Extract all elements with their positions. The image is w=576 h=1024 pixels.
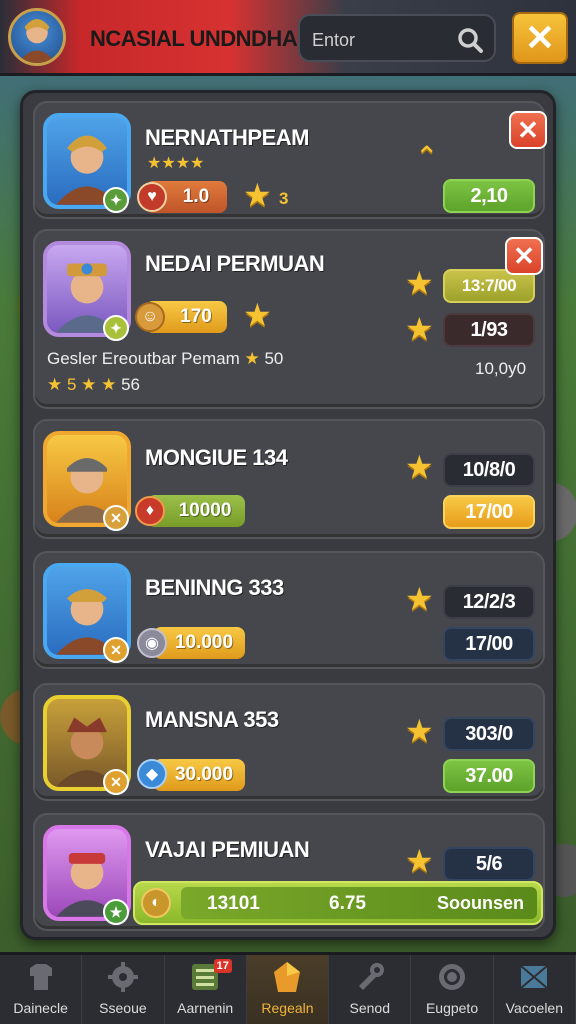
nav-label: Aarnenin [177,1000,234,1016]
star-icon: ★ [244,349,260,368]
player-badge-icon: ✕ [103,505,129,531]
nav-item-regealn[interactable]: Regealn [246,955,330,1024]
nav-label: Eugpeto [425,1000,479,1016]
rank-chevron-icon: ⌃ [415,141,439,172]
player-stars: ★ 5 ★ ★ 56 [47,375,141,394]
extra-value: 10,0y0 [475,359,527,378]
notification-badge: 17 [213,959,232,973]
nav-label: Senod [349,1000,390,1016]
coin-icon [439,964,466,990]
score-bottom: 1/93 [443,313,535,347]
star-icon: ★ [405,581,434,617]
search-icon[interactable] [456,26,484,54]
player-name: NERNATHPEAM [145,125,309,150]
close-icon: ✕ [513,240,535,271]
remove-button[interactable]: ✕ [509,111,547,149]
progress-right: Soounsen [437,893,525,913]
score-top: 10/8/0 [443,453,535,487]
nav-label: Dainecle [13,1000,68,1016]
bottom-nav: Dainecle Sseoue 17 Aarnenin Regealn Seno… [0,952,576,1024]
progress-left: 13101 [207,893,260,914]
nav-item-dainecle[interactable]: Dainecle [0,955,83,1024]
level-value: 10.000 [174,632,234,653]
shield-icon: ♥ [137,182,167,212]
player-name: BENINNG 333 [145,575,284,600]
score-top: 5/6 [443,847,535,881]
profile-avatar[interactable] [8,8,66,66]
close-button[interactable]: ✕ [512,12,568,64]
gear-icon [107,962,138,992]
nav-item-aarnenin[interactable]: 17 Aarnenin [165,955,247,1024]
search-input[interactable] [312,28,452,52]
level-value: 170 [180,306,212,327]
shirt-icon [29,964,52,990]
search-box[interactable] [298,14,496,62]
score-value: 2,10 [443,179,535,213]
player-description: Gesler Ereoutbar Pemam ★ 50 [47,349,284,368]
score-bottom: 37.00 [443,759,535,793]
star-icon: ★ [405,843,434,879]
helmet-icon: ◉ [137,628,167,658]
star-count: 3 [279,189,289,208]
player-card[interactable]: ✕ BENINNG 333 10.000 ◉ ★ 12/2/3 17/00 [33,551,545,669]
star-icon: ★ [405,449,434,485]
coin-icon: ◐ [141,888,171,918]
player-name: VAJAI PEMIUAN [145,837,310,862]
nav-item-eugpeto[interactable]: Eugpeto [411,955,494,1024]
player-badge-icon: ✕ [103,769,129,795]
player-badge-icon: ✕ [103,637,129,663]
player-list-panel: ✦ NERNATHPEAM ★★★★ 1.0 ♥ ★ 3 ⌃ 2,10 ✕ ✦ … [20,90,556,940]
progress-bar: ◐ 13101 6.75 Soounsen [133,881,543,925]
progress-mid: 6.75 [329,893,366,914]
player-card[interactable]: ✕ MANSNA 353 30.000 ◆ ★ 303/0 37.00 [33,683,545,801]
top-bar: NCASIAL UNDNDHAN ✕ [0,0,576,76]
nav-item-senod[interactable]: Senod [329,955,412,1024]
mask-icon: ☺ [135,302,165,332]
star-icon: ★ [405,265,434,301]
player-card[interactable]: ✕ MONGIUE 134 10000 ♦ ★ 10/8/0 17/00 [33,419,545,539]
score-bottom: 17/00 [443,627,535,661]
score-top: 303/0 [443,717,535,751]
star-icon: ★ [405,713,434,749]
nav-item-sseoue[interactable]: Sseoue [82,955,165,1024]
player-stars: ★★★★ [147,155,205,172]
level-value: 1.0 [182,186,210,207]
score-bottom: 17/00 [443,495,535,529]
star-icon: ★ [405,311,434,347]
close-icon: ✕ [524,17,556,58]
player-name: MONGIUE 134 [145,445,288,470]
player-badge-icon: ★ [103,899,129,925]
nav-label: Vacoelen [505,1000,563,1016]
crest-icon: ♦ [135,496,165,526]
gem-icon: ◆ [137,759,167,789]
level-value: 30.000 [174,764,234,785]
nav-item-vacoelen[interactable]: Vacoelen [494,955,576,1024]
player-card[interactable]: ✦ NEDAI PERMUAN 170 ☺ ★ Gesler Ereoutbar… [33,229,545,409]
player-badge-icon: ✦ [103,315,129,341]
remove-button[interactable]: ✕ [505,237,543,275]
nav-label: Regealn [261,1000,314,1016]
nav-label: Sseoue [99,1000,147,1016]
gem-icon [274,962,301,992]
map-icon [520,965,548,989]
player-name: MANSNA 353 [145,707,279,732]
level-value: 10000 [178,500,232,521]
player-card[interactable]: ★ VAJAI PEMIUAN ★ 5/6 ◐ 13101 6.75 Sooun… [33,813,545,931]
close-icon: ✕ [517,114,539,145]
page-title: NCASIAL UNDNDHAN [90,26,313,51]
score-top: 12/2/3 [443,585,535,619]
player-badge-icon: ✦ [103,187,129,213]
player-name: NEDAI PERMUAN [145,251,325,276]
star-icon: ★ [243,177,272,213]
tools-icon [358,963,384,990]
player-card[interactable]: ✦ NERNATHPEAM ★★★★ 1.0 ♥ ★ 3 ⌃ 2,10 ✕ [33,101,547,219]
star-icon: ★ [243,297,272,333]
